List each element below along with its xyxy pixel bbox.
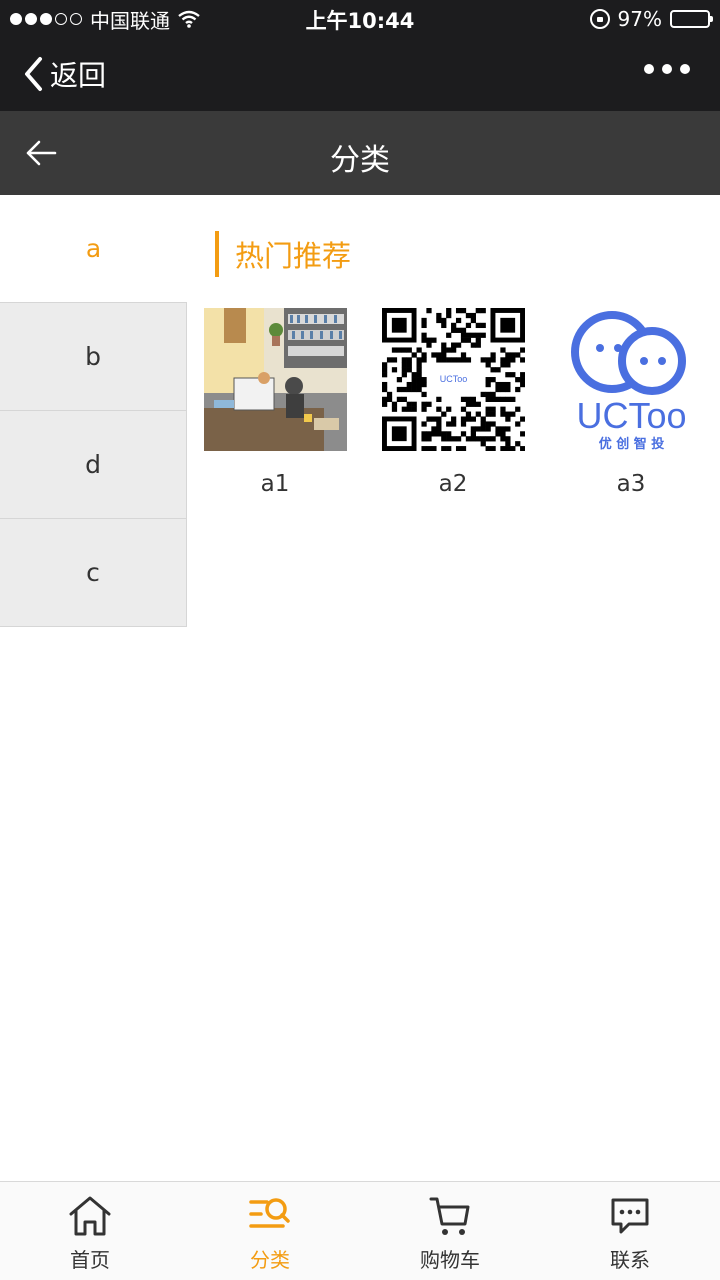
battery-icon bbox=[670, 10, 713, 28]
section-heading: 热门推荐 bbox=[215, 231, 351, 277]
tab-label: 联系 bbox=[610, 1248, 650, 1272]
page-title: 分类 bbox=[330, 143, 390, 178]
status-right: 97% bbox=[589, 6, 713, 32]
category-list: a b d c bbox=[0, 195, 187, 627]
status-bar: 中国联通 上午10:44 97% bbox=[0, 0, 720, 38]
product-card-a3[interactable]: UCToo 优 创 智 投 a3 bbox=[556, 308, 706, 497]
product-name[interactable]: a1 bbox=[200, 471, 350, 497]
qr-code-image[interactable]: UCToo bbox=[381, 308, 525, 451]
cart-icon bbox=[429, 1197, 470, 1235]
bottom-tab-bar: 首页 分类 购物车 联系 bbox=[0, 1181, 720, 1280]
tab-label: 购物车 bbox=[420, 1248, 480, 1272]
uctoo-logo-image[interactable]: UCToo 优 创 智 投 bbox=[560, 308, 703, 451]
product-card-a2[interactable]: UCToo a2 bbox=[378, 308, 528, 497]
tab-cart[interactable]: 购物车 bbox=[360, 1182, 540, 1280]
section-accent-bar bbox=[215, 231, 219, 277]
battery-percentage: 97% bbox=[617, 7, 662, 31]
category-search-icon bbox=[249, 1198, 290, 1228]
svg-text:UCToo: UCToo bbox=[576, 395, 686, 436]
product-image-illustration[interactable] bbox=[203, 308, 347, 451]
chevron-left-icon bbox=[25, 57, 42, 91]
more-dots-icon[interactable] bbox=[644, 64, 690, 74]
category-item-b[interactable]: b bbox=[0, 303, 187, 411]
tab-label: 分类 bbox=[250, 1248, 290, 1272]
category-item-a[interactable]: a bbox=[0, 195, 187, 303]
section-title: 热门推荐 bbox=[235, 239, 352, 273]
message-icon bbox=[611, 1198, 649, 1234]
tab-contact[interactable]: 联系 bbox=[540, 1182, 720, 1280]
product-name[interactable]: a3 bbox=[556, 471, 706, 497]
tab-label: 首页 bbox=[70, 1248, 110, 1272]
svg-text:优 创 智 投: 优 创 智 投 bbox=[598, 436, 664, 451]
wechat-back-button[interactable]: 返回 bbox=[22, 54, 106, 94]
tab-category[interactable]: 分类 bbox=[180, 1182, 360, 1280]
back-label: 返回 bbox=[50, 59, 107, 92]
qr-center-label: UCToo bbox=[439, 374, 467, 384]
category-item-d[interactable]: d bbox=[0, 411, 187, 519]
category-item-c[interactable]: c bbox=[0, 519, 187, 627]
product-name[interactable]: a2 bbox=[378, 471, 528, 497]
page-header: 分类 bbox=[0, 111, 720, 195]
tab-home[interactable]: 首页 bbox=[0, 1182, 180, 1280]
rotation-lock-icon bbox=[589, 9, 610, 29]
product-card-a1[interactable]: a1 bbox=[200, 308, 350, 497]
home-icon bbox=[69, 1196, 111, 1236]
wechat-nav-bar: 返回 bbox=[0, 38, 720, 111]
